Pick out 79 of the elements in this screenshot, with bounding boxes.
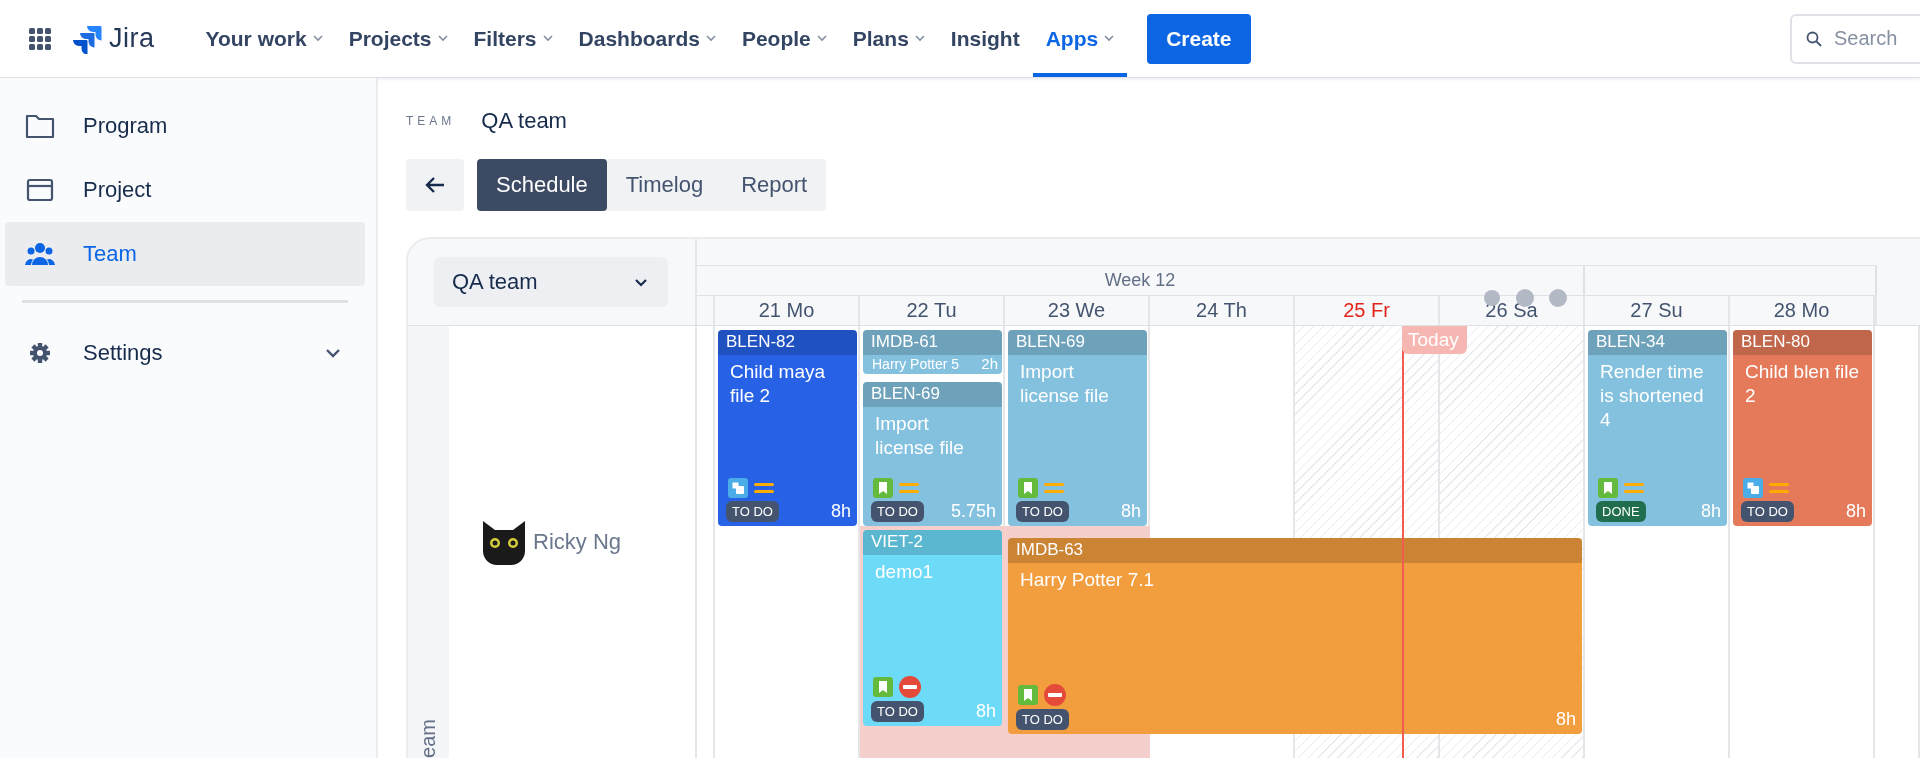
window-icon: [25, 177, 55, 203]
task-title: demo1: [874, 560, 935, 584]
status-badge: TO DO: [871, 701, 924, 722]
chevron-down-icon: [634, 277, 648, 287]
task-card[interactable]: VIET-2 demo1 TO DO 8h: [863, 530, 1002, 726]
task-title: Child blen file 2: [1744, 360, 1861, 408]
task-card[interactable]: IMDB-63 Harry Potter 7.1 TO DO 8h: [1008, 538, 1582, 734]
task-card[interactable]: BLEN-80 Child blen file 2 TO DO 8h: [1733, 330, 1872, 526]
app-switcher-icon[interactable]: [29, 27, 51, 50]
sidebar-item[interactable]: Project: [5, 158, 365, 222]
chevron-down-icon: [312, 35, 323, 42]
task-card[interactable]: BLEN-82 Child maya file 2 TO DO 8h: [718, 330, 857, 526]
issue-key: BLEN-34: [1588, 330, 1727, 355]
folder-icon: [25, 113, 55, 139]
team-name: QA team: [481, 108, 567, 134]
hours-label: 8h: [1845, 501, 1866, 522]
status-badge: DONE: [1596, 501, 1646, 522]
issue-key: BLEN-82: [718, 330, 857, 355]
hours-label: 2h: [981, 355, 998, 372]
status-badge: TO DO: [1741, 501, 1794, 522]
nav-menu-item[interactable]: Apps: [1032, 0, 1128, 77]
issue-key: IMDB-63: [1008, 538, 1582, 563]
nav-menu-item[interactable]: People: [728, 0, 840, 77]
task-title: Harry Potter 7.1: [1019, 568, 1156, 592]
issue-key: BLEN-80: [1733, 330, 1872, 355]
back-button[interactable]: [406, 159, 464, 211]
tab[interactable]: Schedule: [477, 159, 607, 211]
chevron-down-icon: [542, 35, 553, 42]
member-name: Ricky Ng: [533, 529, 621, 555]
hours-label: 8h: [830, 501, 851, 522]
chevron-icon: [325, 348, 341, 358]
task-title: Child maya file 2: [729, 360, 827, 408]
status-badge: TO DO: [726, 501, 779, 522]
task-card[interactable]: BLEN-69 Import license file TO DO 8h: [1008, 330, 1147, 526]
create-button[interactable]: Create: [1147, 13, 1251, 64]
status-badge: TO DO: [871, 501, 924, 522]
jira-logo-icon: [73, 23, 103, 54]
task-title: Import license file: [1019, 360, 1110, 408]
chevron-down-icon: [437, 35, 448, 42]
arrow-left-icon: [425, 176, 445, 194]
task-title: Render time is shortened 4: [1599, 360, 1705, 432]
people-icon: [25, 241, 55, 267]
task-card[interactable]: BLEN-69 Import license file TO DO 5.75h: [863, 382, 1002, 526]
settings-menu-item[interactable]: Settings: [5, 321, 365, 385]
issue-key: BLEN-69: [1008, 330, 1147, 355]
chevron-down-icon: [705, 35, 716, 42]
task-card[interactable]: BLEN-34 Render time is shortened 4 DONE 8h: [1588, 330, 1727, 526]
sidebar-item[interactable]: Team: [5, 222, 365, 286]
today-marker: Today: [1402, 326, 1467, 354]
hours-label: 8h: [1700, 501, 1721, 522]
nav-menu-item[interactable]: Filters: [460, 0, 566, 77]
section-label: TEAM: [406, 114, 456, 128]
search-icon: [1806, 30, 1822, 47]
nav-menu-item[interactable]: Insight: [937, 0, 1033, 77]
hours-label: 8h: [975, 701, 996, 722]
search-field[interactable]: Search: [1790, 13, 1920, 64]
nav-menu-item[interactable]: Plans: [839, 0, 938, 77]
nav-menu-item[interactable]: Dashboards: [565, 0, 729, 77]
product-name[interactable]: Jira: [109, 23, 155, 54]
group-label: eam: [417, 719, 440, 758]
status-badge: TO DO: [1016, 709, 1069, 730]
team-dropdown[interactable]: QA team: [434, 257, 668, 307]
issue-key: BLEN-69: [863, 382, 1002, 407]
hours-label: 5.75h: [950, 501, 996, 522]
tab[interactable]: Timelog: [606, 159, 723, 211]
nav-menu-item[interactable]: Your work: [192, 0, 336, 77]
chevron-down-icon: [914, 35, 925, 42]
task-title: Harry Potter 5: [872, 356, 960, 372]
issue-key: VIET-2: [863, 530, 1002, 555]
status-badge: TO DO: [1016, 501, 1069, 522]
chevron-down-icon: [1104, 35, 1115, 42]
sidebar-item[interactable]: Program: [5, 94, 365, 158]
nav-menu-item[interactable]: Projects: [335, 0, 461, 77]
task-title: Import license file: [874, 412, 965, 460]
issue-key: IMDB-61: [863, 330, 1002, 355]
tab[interactable]: Report: [722, 159, 827, 211]
hours-label: 8h: [1555, 709, 1576, 730]
hours-label: 8h: [1120, 501, 1141, 522]
chevron-down-icon: [816, 35, 827, 42]
